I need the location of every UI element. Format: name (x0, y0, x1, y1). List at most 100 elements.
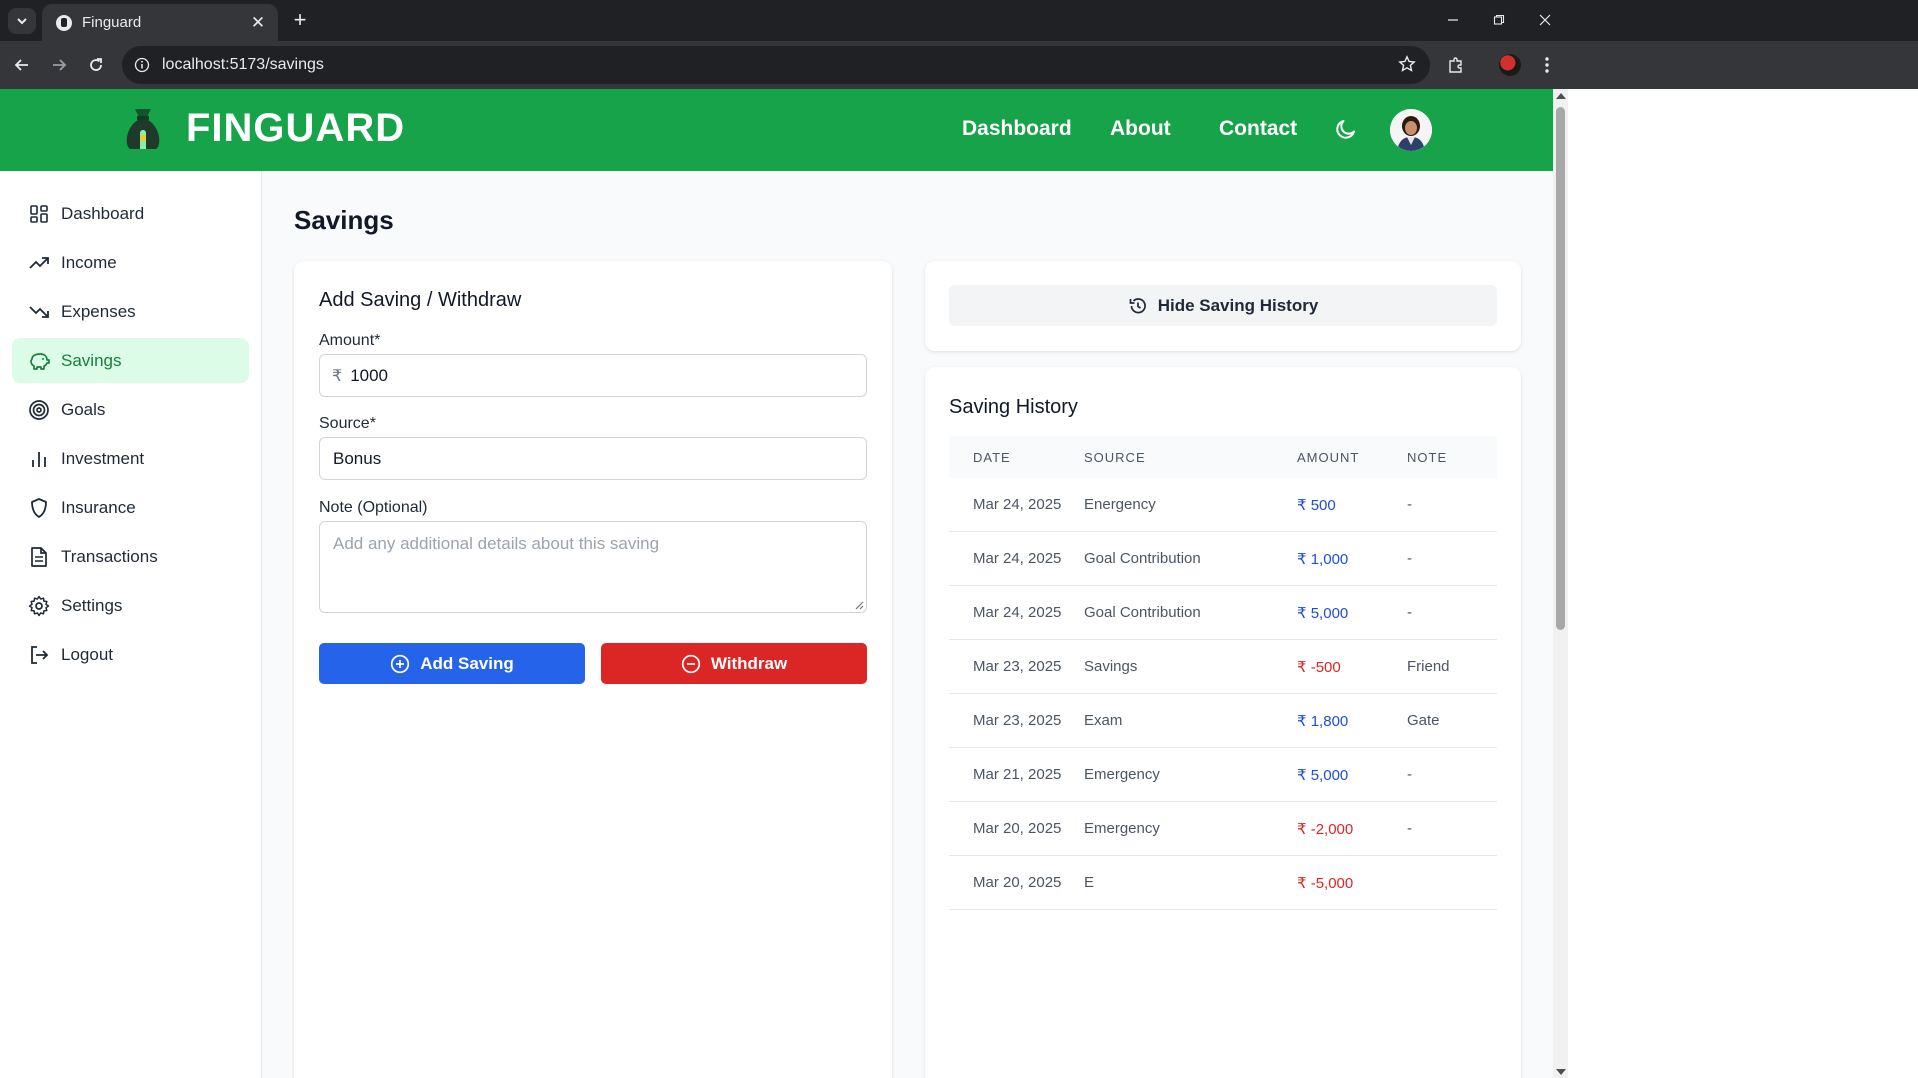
browser-tab[interactable]: Finguard ✕ (42, 4, 278, 41)
history-toggle-card: Hide Saving History (925, 261, 1521, 351)
sidebar-item-insurance[interactable]: Insurance (12, 485, 249, 530)
window-close-button[interactable] (1530, 6, 1560, 34)
sidebar-item-settings[interactable]: Settings (12, 583, 249, 628)
profile-button[interactable] (1496, 51, 1524, 79)
saving-history-card: Saving History DATE SOURCE AMOUNT NOTE M… (925, 367, 1521, 1078)
note-cell: Friend (1407, 658, 1450, 675)
sidebar: Dashboard Income Expenses Savings Goals … (0, 171, 262, 1078)
hide-history-button[interactable]: Hide Saving History (949, 285, 1497, 326)
note-cell: - (1407, 766, 1412, 783)
column-header-source[interactable]: SOURCE (1084, 450, 1297, 465)
dark-mode-toggle[interactable] (1334, 117, 1358, 146)
bookmark-star-icon[interactable] (1398, 55, 1416, 78)
amount-cell: ₹ 5,000 (1297, 766, 1349, 784)
minus-circle-icon (681, 654, 700, 673)
shield-icon (28, 497, 50, 519)
restore-button[interactable] (1484, 6, 1514, 34)
sidebar-item-label: Goals (61, 399, 106, 419)
amount-cell: ₹ -500 (1297, 658, 1341, 676)
profile-avatar-icon (1499, 54, 1521, 76)
browser-menu-button[interactable] (1533, 51, 1561, 79)
right-blank-area (1568, 89, 1918, 1078)
history-title: Saving History (949, 396, 1078, 418)
sidebar-item-expenses[interactable]: Expenses (12, 289, 249, 334)
column-header-note[interactable]: NOTE (1407, 450, 1497, 465)
scroll-down-arrow-icon[interactable] (1556, 1069, 1566, 1075)
note-textarea[interactable]: Add any additional details about this sa… (319, 521, 867, 613)
user-avatar[interactable] (1390, 109, 1432, 151)
note-cell: - (1407, 550, 1412, 567)
table-row: Mar 23, 2025 Exam ₹ 1,800 Gate (949, 694, 1497, 748)
note-cell: Gate (1407, 712, 1440, 729)
source-cell: Emergency (1084, 820, 1160, 837)
amount-value: 1000 (350, 365, 389, 385)
reload-button[interactable] (82, 51, 110, 79)
scroll-thumb[interactable] (1556, 107, 1565, 630)
sidebar-item-income[interactable]: Income (12, 240, 249, 285)
date-cell: Mar 23, 2025 (973, 658, 1062, 675)
source-cell: Goal Contribution (1084, 604, 1201, 621)
column-header-date[interactable]: DATE (949, 450, 1084, 465)
nav-dashboard-link[interactable]: Dashboard (962, 117, 1072, 141)
more-vertical-icon (1545, 57, 1549, 73)
withdraw-label: Withdraw (710, 653, 788, 673)
sidebar-item-logout[interactable]: Logout (12, 632, 249, 677)
add-saving-button[interactable]: Add Saving (319, 643, 585, 684)
table-row: Mar 24, 2025 Energency ₹ 500 - (949, 478, 1497, 532)
page-title: Savings (294, 205, 394, 235)
reload-icon (90, 58, 102, 71)
page-scrollbar[interactable] (1553, 89, 1568, 1078)
favicon-icon (56, 14, 72, 31)
amount-cell: ₹ 5,000 (1297, 604, 1349, 622)
sidebar-item-savings[interactable]: Savings (12, 338, 249, 383)
sidebar-item-label: Expenses (61, 301, 136, 321)
sidebar-item-goals[interactable]: Goals (12, 387, 249, 432)
amount-cell: ₹ 1,000 (1297, 550, 1349, 568)
trending-down-icon (28, 301, 50, 323)
resize-handle-icon[interactable] (854, 600, 864, 610)
date-cell: Mar 23, 2025 (973, 712, 1062, 729)
brand-name: FINGUARD (186, 105, 406, 150)
history-icon (1129, 297, 1146, 313)
column-header-amount[interactable]: AMOUNT (1297, 450, 1407, 465)
source-cell: Savings (1084, 658, 1138, 675)
dashboard-grid-icon (28, 203, 50, 225)
nav-contact-link[interactable]: Contact (1219, 117, 1297, 141)
date-cell: Mar 24, 2025 (973, 496, 1062, 513)
tab-search-button[interactable] (8, 8, 36, 34)
table-row: Mar 24, 2025 Goal Contribution ₹ 5,000 - (949, 586, 1497, 640)
amount-cell: ₹ -5,000 (1297, 874, 1354, 892)
chevron-down-icon (17, 18, 27, 25)
extensions-button[interactable] (1442, 51, 1470, 79)
note-cell: - (1407, 820, 1412, 837)
source-cell: E (1084, 874, 1095, 891)
url-text: localhost:5173/savings (162, 56, 324, 73)
brand-logo[interactable]: FINGUARD (120, 105, 405, 151)
amount-input[interactable]: ₹ 1000 (319, 354, 867, 397)
sidebar-item-dashboard[interactable]: Dashboard (12, 191, 249, 236)
sidebar-item-label: Investment (61, 448, 145, 468)
source-input[interactable]: Bonus (319, 437, 867, 480)
scroll-up-arrow-icon[interactable] (1556, 93, 1566, 99)
table-row: Mar 23, 2025 Savings ₹ -500 Friend (949, 640, 1497, 694)
minimize-button[interactable] (1438, 6, 1468, 34)
source-cell: Goal Contribution (1084, 550, 1201, 567)
minimize-icon (1448, 19, 1458, 21)
address-bar[interactable]: localhost:5173/savings (122, 46, 1430, 84)
info-icon[interactable] (134, 57, 150, 73)
close-icon[interactable]: ✕ (248, 13, 268, 33)
nav-about-link[interactable]: About (1110, 117, 1171, 141)
source-value: Bonus (333, 448, 382, 468)
bar-chart-icon (28, 448, 50, 470)
sidebar-item-transactions[interactable]: Transactions (12, 534, 249, 579)
piggy-bank-icon (28, 350, 50, 372)
sidebar-item-investment[interactable]: Investment (12, 436, 249, 481)
arrow-left-icon (14, 59, 28, 71)
date-cell: Mar 24, 2025 (973, 550, 1062, 567)
withdraw-button[interactable]: Withdraw (601, 643, 867, 684)
back-button[interactable] (8, 51, 36, 79)
sidebar-item-label: Insurance (61, 497, 136, 517)
new-tab-button[interactable]: + (288, 8, 312, 32)
forward-button[interactable] (45, 51, 73, 79)
note-cell: - (1407, 604, 1412, 621)
